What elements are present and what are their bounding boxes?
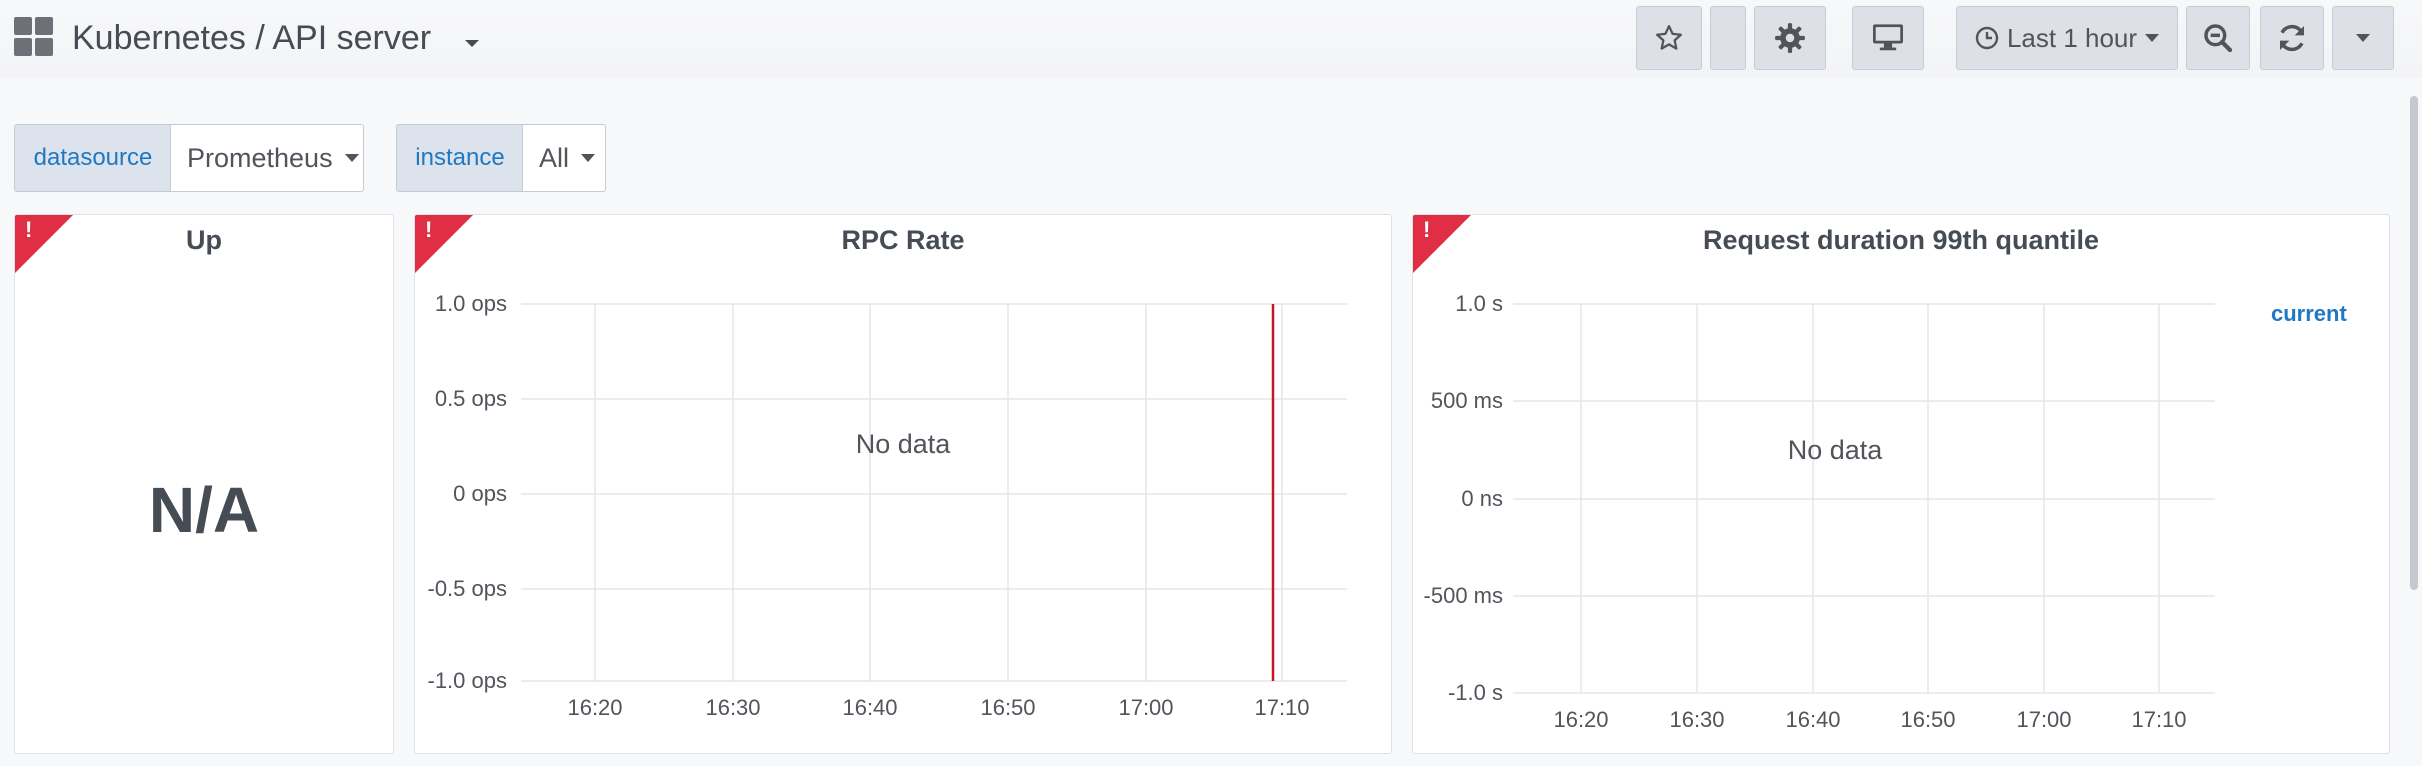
x-tick: 16:50 xyxy=(980,695,1036,720)
share-button[interactable] xyxy=(1710,6,1746,70)
y-tick: 1.0 ops xyxy=(434,291,507,316)
no-data-message: No data xyxy=(1787,435,1883,465)
panel-rpc-rate[interactable]: ! RPC Rate 1.0 ops 0.5 ops 0 ops -0.5 op… xyxy=(414,214,1392,754)
x-tick: 17:10 xyxy=(2131,707,2187,732)
chevron-down-icon xyxy=(2145,34,2160,42)
zoom-out-button[interactable] xyxy=(2186,6,2250,70)
x-tick: 17:00 xyxy=(2016,707,2072,732)
variable-select-datasource[interactable]: Prometheus xyxy=(170,124,364,192)
y-tick: -1.0 ops xyxy=(427,668,508,693)
y-tick: 0.5 ops xyxy=(434,386,507,411)
no-data-message: No data xyxy=(855,429,951,459)
graph-canvas[interactable] xyxy=(415,215,1392,754)
y-tick: 500 ms xyxy=(1430,388,1503,413)
chevron-down-icon xyxy=(2356,34,2370,42)
x-tick: 17:10 xyxy=(1254,695,1310,720)
y-tick: -0.5 ops xyxy=(427,576,508,601)
time-picker-button[interactable]: Last 1 hour xyxy=(1956,6,2178,70)
x-tick: 16:20 xyxy=(567,695,623,720)
clock-icon xyxy=(1975,26,1999,50)
graph-canvas[interactable] xyxy=(1413,215,2390,754)
zoom-out-icon xyxy=(2204,24,2233,53)
refresh-icon xyxy=(2279,24,2305,52)
y-tick: -500 ms xyxy=(1423,583,1503,608)
monitor-icon xyxy=(1873,24,1903,51)
settings-button[interactable] xyxy=(1754,6,1826,70)
x-tick: 17:00 xyxy=(1118,695,1174,720)
x-tick: 16:40 xyxy=(1785,707,1841,732)
stat-value: N/A xyxy=(148,474,260,546)
x-tick: 16:40 xyxy=(842,695,898,720)
x-tick: 16:20 xyxy=(1553,707,1609,732)
x-tick: 16:30 xyxy=(1669,707,1725,732)
tv-mode-button[interactable] xyxy=(1852,6,1924,70)
time-range-label: Last 1 hour xyxy=(2006,22,2138,53)
refresh-interval-dropdown[interactable] xyxy=(2332,6,2394,70)
page-scrollbar[interactable] xyxy=(2410,96,2418,590)
variable-label-instance: instance xyxy=(396,124,523,192)
variable-select-instance[interactable]: All xyxy=(522,124,606,192)
x-tick: 16:50 xyxy=(1900,707,1956,732)
variable-value: Prometheus xyxy=(187,142,333,173)
x-tick: 16:30 xyxy=(705,695,761,720)
refresh-button[interactable] xyxy=(2260,6,2324,70)
legend-column-header-current[interactable]: current xyxy=(2271,301,2347,327)
panel-title[interactable]: Up xyxy=(15,225,393,256)
y-tick: -1.0 s xyxy=(1447,680,1503,705)
star-button[interactable] xyxy=(1636,6,1702,70)
chevron-down-icon xyxy=(581,154,596,162)
grid-icon[interactable] xyxy=(14,17,54,57)
panel-up[interactable]: ! Up N/A xyxy=(14,214,394,754)
dashboard-title[interactable]: Kubernetes / API server xyxy=(72,16,431,60)
y-tick: 0 ops xyxy=(453,481,507,506)
chevron-down-icon[interactable] xyxy=(465,40,479,47)
variable-value: All xyxy=(539,142,570,173)
y-tick: 1.0 s xyxy=(1455,291,1503,316)
variable-label-datasource: datasource xyxy=(14,124,171,192)
y-tick: 0 ns xyxy=(1461,486,1503,511)
chevron-down-icon xyxy=(344,154,359,162)
star-icon xyxy=(1656,25,1682,50)
panel-request-duration[interactable]: ! Request duration 99th quantile 1.0 s 5… xyxy=(1412,214,2390,754)
gear-icon xyxy=(1775,23,1805,53)
